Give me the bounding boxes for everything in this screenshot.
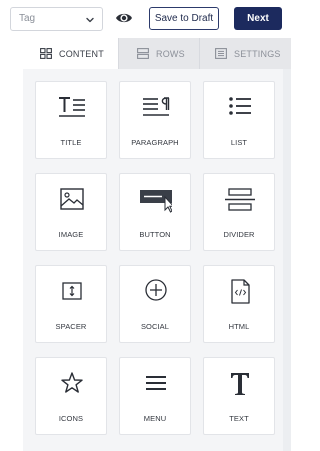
panel-edge xyxy=(283,69,291,451)
editor-tabs: CONTENT ROWS SETTINGS xyxy=(30,38,291,69)
tab-settings-label: SETTINGS xyxy=(234,49,281,59)
tab-content[interactable]: CONTENT xyxy=(30,38,118,69)
block-image-label: IMAGE xyxy=(58,230,84,239)
block-menu-label: MENU xyxy=(143,414,167,423)
tag-select[interactable]: Tag xyxy=(10,7,103,31)
settings-icon xyxy=(215,48,227,59)
block-icons[interactable]: ICONS xyxy=(35,357,107,435)
block-list[interactable]: LIST xyxy=(203,81,275,159)
paragraph-icon xyxy=(143,97,170,116)
save-to-draft-button[interactable]: Save to Draft xyxy=(149,7,219,30)
divider-icon xyxy=(225,188,255,211)
grid-icon xyxy=(40,48,52,59)
button-icon xyxy=(140,190,172,213)
block-html[interactable]: HTML xyxy=(203,265,275,343)
block-social[interactable]: SOCIAL xyxy=(119,265,191,343)
tab-settings[interactable]: SETTINGS xyxy=(199,38,291,69)
block-spacer[interactable]: SPACER xyxy=(35,265,107,343)
block-text-label: TEXT xyxy=(229,414,249,423)
block-button-label: BUTTON xyxy=(139,230,171,239)
eye-icon[interactable] xyxy=(115,11,133,25)
rows-icon xyxy=(137,48,149,59)
block-list-label: LIST xyxy=(230,138,248,147)
list-icon xyxy=(229,97,251,115)
tab-rows-label: ROWS xyxy=(156,49,185,59)
block-paragraph[interactable]: PARAGRAPH xyxy=(119,81,191,159)
block-html-label: HTML xyxy=(228,322,250,331)
block-paragraph-label: PARAGRAPH xyxy=(131,138,179,147)
block-text[interactable]: TEXT xyxy=(203,357,275,435)
block-title-label: TITLE xyxy=(60,138,82,147)
block-icons-label: ICONS xyxy=(58,414,84,423)
title-icon xyxy=(59,97,85,117)
block-spacer-label: SPACER xyxy=(55,322,87,331)
block-button[interactable]: BUTTON xyxy=(119,173,191,251)
top-toolbar: Tag Save to Draft Next xyxy=(0,0,291,38)
block-image[interactable]: IMAGE xyxy=(35,173,107,251)
block-divider-label: DIVIDER xyxy=(223,230,255,239)
block-menu[interactable]: MENU xyxy=(119,357,191,435)
chevron-down-icon xyxy=(86,17,94,23)
next-button[interactable]: Next xyxy=(234,7,282,30)
block-title[interactable]: TITLE xyxy=(35,81,107,159)
tab-rows[interactable]: ROWS xyxy=(118,38,199,69)
menu-icon xyxy=(146,376,166,390)
tag-select-value: Tag xyxy=(19,13,36,24)
text-icon xyxy=(231,373,249,395)
image-icon xyxy=(60,188,84,210)
tab-content-label: CONTENT xyxy=(59,49,104,59)
block-social-label: SOCIAL xyxy=(140,322,170,331)
email-editor-sidebar: Tag Save to Draft Next CONTENT ROWS SETT… xyxy=(0,0,291,451)
star-icon xyxy=(61,372,83,393)
social-icon xyxy=(145,279,167,301)
spacer-icon xyxy=(62,282,82,300)
block-divider[interactable]: DIVIDER xyxy=(203,173,275,251)
html-icon xyxy=(231,279,250,304)
